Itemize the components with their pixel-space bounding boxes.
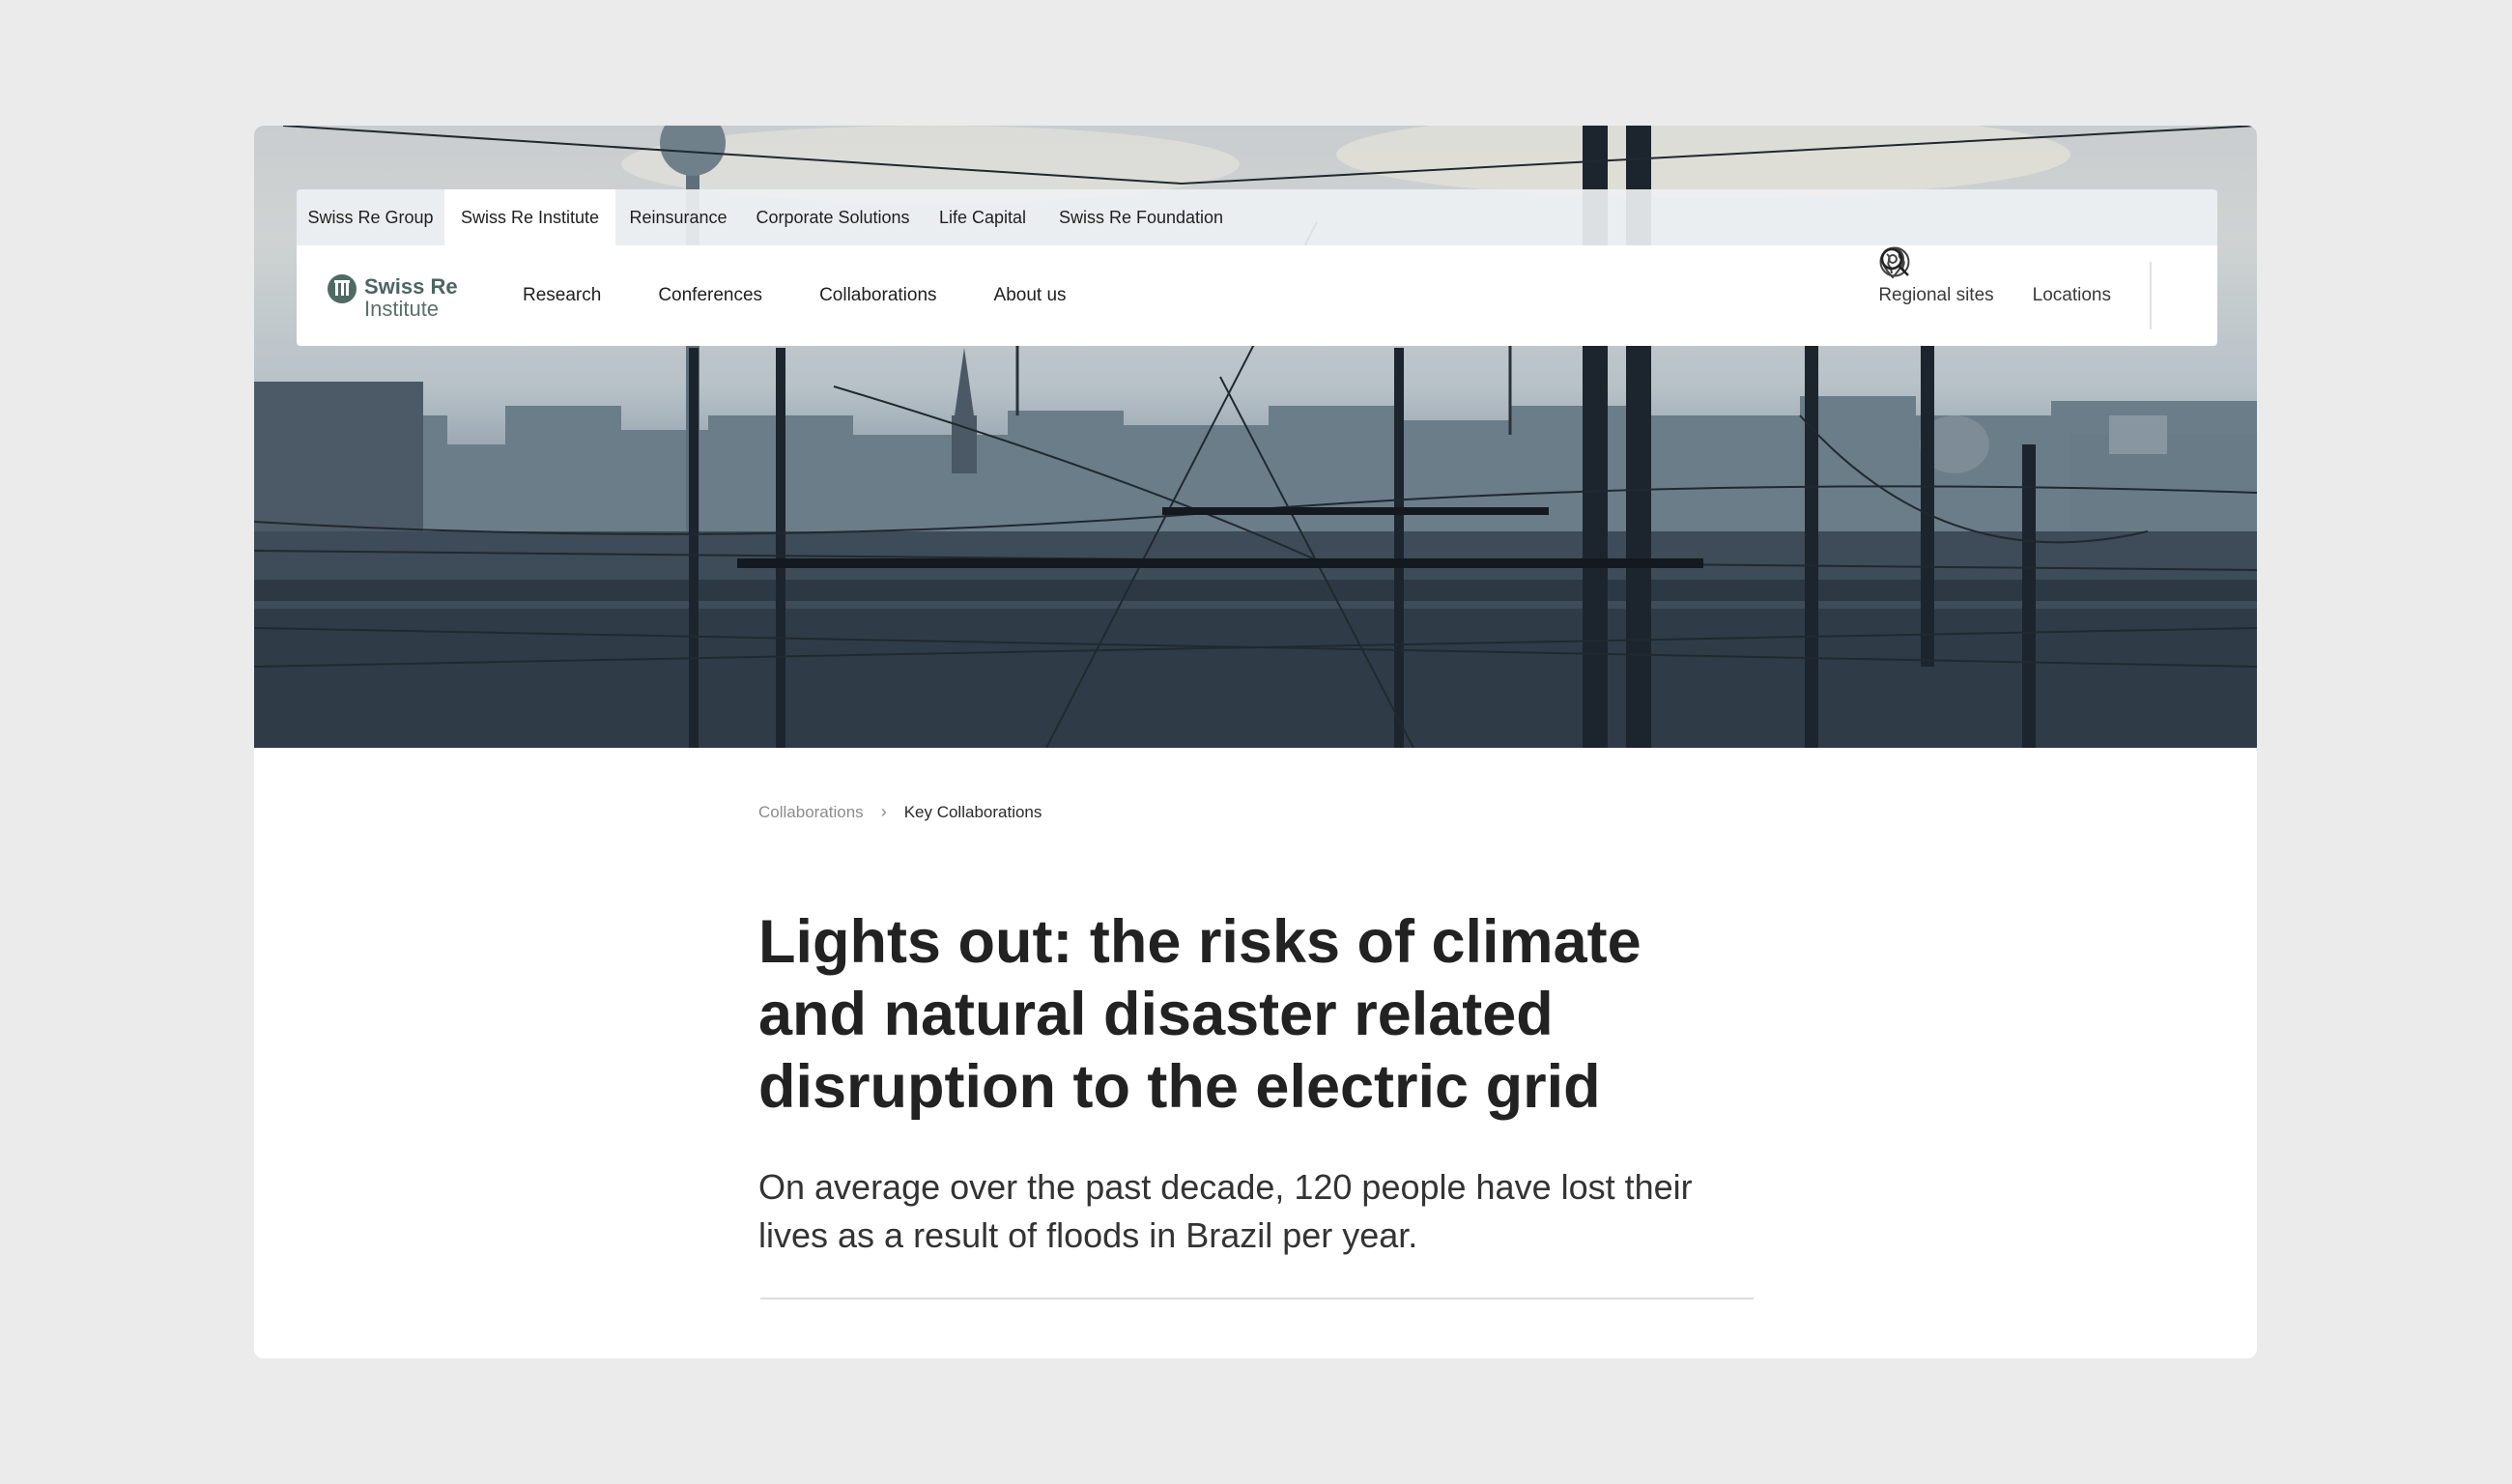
main-navigation: Swiss Re Institute Research Conferences … [297,245,2217,346]
article-title: Lights out: the risks of climate and nat… [758,908,1641,1121]
logo-icon [328,274,357,303]
tab-reinsurance[interactable]: Reinsurance [615,189,741,245]
nav-about-us[interactable]: About us [994,285,1067,306]
tab-swiss-re-foundation[interactable]: Swiss Re Foundation [1041,189,1242,245]
nav-research[interactable]: Research [523,285,601,306]
regional-sites-link[interactable]: Regional sites [1878,246,1994,306]
divider-line [760,1298,1754,1299]
breadcrumb-collaborations[interactable]: Collaborations [758,803,864,822]
locations-label: Locations [2032,285,2111,305]
nav-conferences[interactable]: Conferences [658,285,762,306]
logo-line2: Institute [364,297,440,321]
utility-nav: Regional sites Locations [1878,245,2217,346]
primary-nav-links: Research Conferences Collaborations Abou… [523,245,1124,346]
article-lead: On average over the past decade, 120 peo… [758,1167,1693,1255]
tab-corporate-solutions[interactable]: Corporate Solutions [741,189,925,245]
regional-sites-label: Regional sites [1878,285,1994,305]
tab-swiss-re-group[interactable]: Swiss Re Group [297,189,444,245]
nav-collaborations[interactable]: Collaborations [819,285,936,306]
breadcrumb-current: Key Collaborations [903,802,1042,821]
nav-divider [2150,262,2152,329]
locations-link[interactable]: Locations [1881,246,2111,306]
browser-frame: Swiss Re Group Swiss Re Institute Reinsu… [254,126,2257,1358]
swiss-re-institute-logo[interactable]: Swiss Re Institute [328,271,482,323]
group-tabs-bar: Swiss Re Group Swiss Re Institute Reinsu… [297,189,2217,245]
breadcrumb: Collaborations › Key Collaborations [758,802,1042,822]
hero-image: Swiss Re Group Swiss Re Institute Reinsu… [254,126,2257,748]
search-icon [1881,247,1910,276]
tab-life-capital[interactable]: Life Capital [925,189,1041,245]
chevron-right-icon: › [880,802,887,821]
tab-swiss-re-institute[interactable]: Swiss Re Institute [444,189,615,245]
